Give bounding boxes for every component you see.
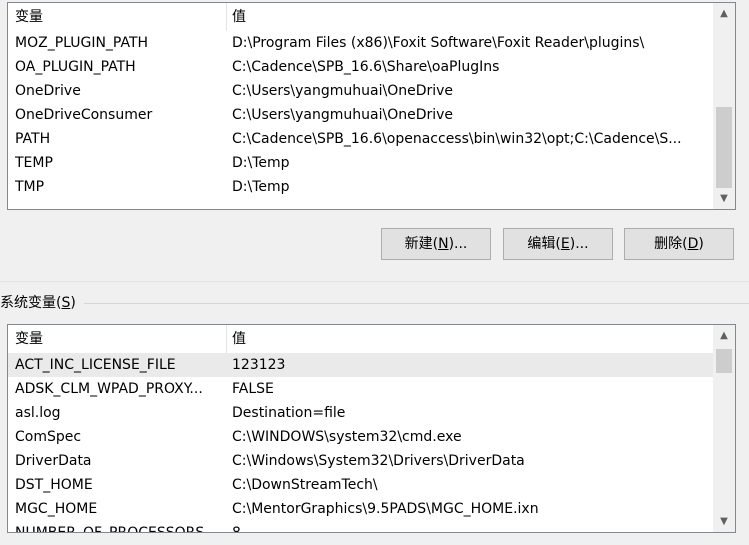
- variable-value: C:\Users\yangmuhuai\OneDrive: [232, 107, 454, 123]
- group-divider: [84, 303, 749, 304]
- variable-value: C:\Cadence\SPB_16.6\openaccess\bin\win32…: [232, 131, 682, 147]
- variable-name: ACT_INC_LICENSE_FILE: [15, 357, 176, 373]
- scrollbar-thumb[interactable]: [716, 349, 732, 373]
- button-label-tail: ): [698, 236, 704, 252]
- list-row[interactable]: TEMP D:\Temp: [8, 151, 713, 175]
- list-row-selected[interactable]: ACT_INC_LICENSE_FILE 123123: [8, 353, 713, 377]
- accelerator-key: D: [687, 236, 699, 252]
- variable-value: C:\DownStreamTech\: [232, 477, 378, 493]
- variable-value: C:\WINDOWS\system32\cmd.exe: [232, 429, 462, 445]
- group-label-tail: ): [70, 295, 76, 311]
- system-variables-group-label: 系统变量(S): [0, 293, 76, 313]
- list-row[interactable]: OneDriveConsumer C:\Users\yangmuhuai\One…: [8, 103, 713, 127]
- list-row[interactable]: OneDrive C:\Users\yangmuhuai\OneDrive: [8, 79, 713, 103]
- button-label: 删除(: [654, 236, 688, 252]
- button-label: 编辑(: [527, 236, 561, 252]
- variable-name: DST_HOME: [15, 477, 93, 493]
- list-header: 变量 值: [8, 325, 713, 353]
- variable-value: C:\Users\yangmuhuai\OneDrive: [232, 83, 454, 99]
- list-row[interactable]: asl.log Destination=file: [8, 401, 713, 425]
- system-variables-list[interactable]: 变量 值 ACT_INC_LICENSE_FILE 123123 ADSK_CL…: [7, 324, 736, 533]
- button-label-tail: )...: [448, 236, 468, 252]
- variable-name: OneDriveConsumer: [15, 107, 153, 123]
- variable-name: ComSpec: [15, 429, 82, 445]
- variable-name: PATH: [15, 131, 51, 147]
- list-row[interactable]: MOZ_PLUGIN_PATH D:\Program Files (x86)\F…: [8, 31, 713, 55]
- column-header-variable[interactable]: 变量: [8, 325, 227, 353]
- variable-value: FALSE: [232, 381, 274, 397]
- list-row[interactable]: DriverData C:\Windows\System32\Drivers\D…: [8, 449, 713, 473]
- variable-name: TMP: [15, 179, 45, 195]
- variable-name: NUMBER_OF_PROCESSORS: [15, 521, 221, 532]
- variable-name: OA_PLUGIN_PATH: [15, 59, 136, 75]
- list-row[interactable]: NUMBER_OF_PROCESSORS 8: [8, 521, 713, 532]
- list-row[interactable]: PATH C:\Cadence\SPB_16.6\openaccess\bin\…: [8, 127, 713, 151]
- scroll-up-arrow-icon[interactable]: ▲: [713, 327, 735, 344]
- variable-value: 123123: [232, 357, 286, 373]
- button-label: 新建(: [404, 236, 439, 252]
- column-header-value[interactable]: 值: [227, 3, 715, 31]
- variable-name: MGC_HOME: [15, 501, 98, 517]
- variable-value: D:\Temp: [232, 155, 290, 171]
- list-row[interactable]: OA_PLUGIN_PATH C:\Cadence\SPB_16.6\Share…: [8, 55, 713, 79]
- vertical-scrollbar[interactable]: ▲ ▼: [713, 3, 735, 209]
- edit-button[interactable]: 编辑(E)...: [503, 228, 613, 260]
- list-row[interactable]: TMP D:\Temp: [8, 175, 713, 199]
- scroll-up-arrow-icon[interactable]: ▲: [713, 5, 735, 22]
- variable-value: D:\Temp: [232, 179, 290, 195]
- variable-value: D:\Program Files (x86)\Foxit Software\Fo…: [232, 35, 645, 51]
- variable-name: ADSK_CLM_WPAD_PROXY...: [15, 381, 203, 397]
- scroll-down-arrow-icon[interactable]: ▼: [713, 513, 735, 530]
- variable-name: OneDrive: [15, 83, 81, 99]
- list-header: 变量 值: [8, 3, 713, 31]
- variable-value: C:\MentorGraphics\9.5PADS\MGC_HOME.ixn: [232, 501, 539, 517]
- button-label-tail: )...: [569, 236, 589, 252]
- list-body: MOZ_PLUGIN_PATH D:\Program Files (x86)\F…: [8, 31, 713, 209]
- list-row[interactable]: ComSpec C:\WINDOWS\system32\cmd.exe: [8, 425, 713, 449]
- vertical-scrollbar[interactable]: ▲ ▼: [713, 325, 735, 532]
- new-button[interactable]: 新建(N)...: [381, 228, 491, 260]
- list-row[interactable]: ADSK_CLM_WPAD_PROXY... FALSE: [8, 377, 713, 401]
- group-label-text: 系统变量(: [0, 295, 62, 311]
- variable-name: TEMP: [15, 155, 53, 171]
- variable-value: Destination=file: [232, 405, 346, 421]
- scroll-down-arrow-icon[interactable]: ▼: [713, 190, 735, 207]
- list-row[interactable]: MGC_HOME C:\MentorGraphics\9.5PADS\MGC_H…: [8, 497, 713, 521]
- variable-name: DriverData: [15, 453, 92, 469]
- variable-value: C:\Cadence\SPB_16.6\Share\oaPlugIns: [232, 59, 500, 75]
- column-header-value[interactable]: 值: [227, 325, 715, 353]
- scrollbar-thumb[interactable]: [716, 107, 732, 188]
- accelerator-key: E: [560, 236, 570, 252]
- variable-value: 8: [232, 521, 708, 532]
- variable-name: asl.log: [15, 405, 61, 421]
- list-body: ACT_INC_LICENSE_FILE 123123 ADSK_CLM_WPA…: [8, 353, 713, 532]
- list-row[interactable]: DST_HOME C:\DownStreamTech\: [8, 473, 713, 497]
- accelerator-key: N: [438, 236, 449, 252]
- variable-value: C:\Windows\System32\Drivers\DriverData: [232, 453, 525, 469]
- delete-button[interactable]: 删除(D): [624, 228, 734, 260]
- section-separator: [0, 281, 749, 282]
- user-variables-list[interactable]: 变量 值 MOZ_PLUGIN_PATH D:\Program Files (x…: [7, 2, 736, 210]
- column-header-variable[interactable]: 变量: [8, 3, 227, 31]
- variable-name: MOZ_PLUGIN_PATH: [15, 35, 149, 51]
